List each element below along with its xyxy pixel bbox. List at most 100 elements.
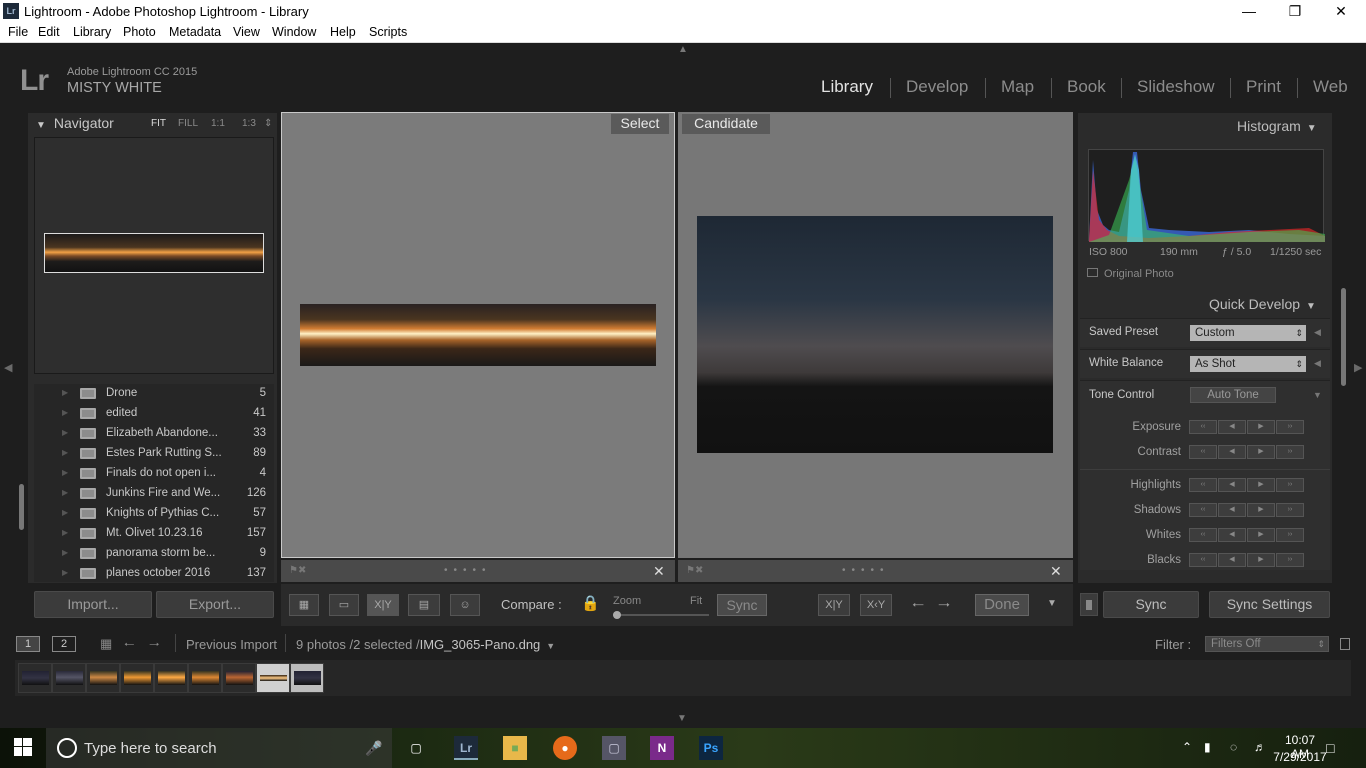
- folder-item[interactable]: ▶ edited 41: [34, 404, 274, 424]
- increase-large-icon[interactable]: ››: [1276, 420, 1304, 434]
- increase-large-icon[interactable]: ››: [1276, 503, 1304, 517]
- source-label[interactable]: Previous Import: [186, 637, 277, 652]
- film-thumbnail-selected[interactable]: [290, 663, 324, 693]
- lightroom-taskbar-icon[interactable]: Lr: [454, 736, 478, 760]
- top-panel-collapse-icon[interactable]: ▲: [678, 44, 688, 55]
- menu-file[interactable]: File: [8, 25, 28, 39]
- increase-small-icon[interactable]: ▶: [1247, 478, 1275, 492]
- select-photo[interactable]: [300, 304, 656, 366]
- microphone-icon[interactable]: 🎤: [365, 740, 382, 757]
- increase-large-icon[interactable]: ››: [1276, 553, 1304, 567]
- close-button[interactable]: ✕: [1318, 0, 1364, 23]
- people-view-icon[interactable]: ☺: [450, 594, 480, 616]
- battery-icon[interactable]: ▮: [1204, 740, 1211, 754]
- onenote-icon[interactable]: N: [650, 736, 674, 760]
- film-thumbnail[interactable]: [52, 663, 86, 693]
- primary-display-button[interactable]: 1: [16, 636, 40, 652]
- menu-help[interactable]: Help: [330, 25, 356, 39]
- decrease-small-icon[interactable]: ◀: [1218, 528, 1246, 542]
- decrease-large-icon[interactable]: ‹‹: [1189, 553, 1217, 567]
- flag-icon[interactable]: ⚑✖: [289, 565, 306, 576]
- zoom-slider[interactable]: [613, 614, 709, 616]
- next-photo-icon[interactable]: 🠂: [938, 595, 950, 620]
- import-button[interactable]: Import...: [34, 591, 152, 618]
- decrease-large-icon[interactable]: ‹‹: [1189, 478, 1217, 492]
- rating-dots[interactable]: •••••: [842, 565, 890, 576]
- expand-arrow-icon[interactable]: ▶: [62, 388, 68, 397]
- secondary-display-button[interactable]: 2: [52, 636, 76, 652]
- sync-zoom-button[interactable]: Sync: [717, 594, 767, 616]
- folder-item[interactable]: ▶ Junkins Fire and We... 126: [34, 484, 274, 504]
- module-develop[interactable]: Develop: [906, 77, 968, 97]
- make-select-icon[interactable]: X‹Y: [860, 594, 892, 616]
- histogram-header[interactable]: Histogram ▼: [1237, 118, 1317, 134]
- expand-arrow-icon[interactable]: ▶: [62, 448, 68, 457]
- checkbox-icon[interactable]: [1087, 268, 1098, 277]
- menu-scripts[interactable]: Scripts: [369, 25, 407, 39]
- toolbar-options-icon[interactable]: ▼: [1047, 598, 1057, 609]
- photoshop-icon[interactable]: Ps: [699, 736, 723, 760]
- show-hidden-icons[interactable]: ⌃: [1182, 740, 1192, 754]
- nav-zoom-stepper-icon[interactable]: ⇕: [264, 118, 272, 129]
- zoom-slider-handle[interactable]: [613, 611, 621, 619]
- grid-icon[interactable]: ▦: [100, 636, 112, 652]
- right-panel-scrollbar[interactable]: [1341, 288, 1346, 386]
- decrease-large-icon[interactable]: ‹‹: [1189, 445, 1217, 459]
- film-thumbnail[interactable]: [154, 663, 188, 693]
- module-book[interactable]: Book: [1067, 77, 1106, 97]
- task-view-icon[interactable]: ▢: [404, 736, 428, 760]
- decrease-large-icon[interactable]: ‹‹: [1189, 420, 1217, 434]
- increase-small-icon[interactable]: ▶: [1247, 503, 1275, 517]
- module-map[interactable]: Map: [1001, 77, 1034, 97]
- decrease-small-icon[interactable]: ◀: [1218, 478, 1246, 492]
- expand-arrow-icon[interactable]: ▶: [62, 528, 68, 537]
- file-explorer-icon[interactable]: ■: [503, 736, 527, 760]
- done-button[interactable]: Done: [975, 594, 1029, 616]
- increase-large-icon[interactable]: ››: [1276, 528, 1304, 542]
- lr-photos-icon[interactable]: ▢: [602, 736, 626, 760]
- close-candidate-icon[interactable]: ✕: [1050, 563, 1062, 580]
- export-button[interactable]: Export...: [156, 591, 274, 618]
- filter-select[interactable]: Filters Off ⇕: [1205, 636, 1329, 652]
- folder-item[interactable]: ▶ Elizabeth Abandone... 33: [34, 424, 274, 444]
- increase-small-icon[interactable]: ▶: [1247, 445, 1275, 459]
- expand-arrow-icon[interactable]: ▶: [62, 468, 68, 477]
- wifi-icon[interactable]: ◌: [1230, 740, 1237, 754]
- right-panel-collapse-icon[interactable]: ▶: [1354, 361, 1362, 374]
- expand-arrow-icon[interactable]: ▶: [62, 568, 68, 577]
- rating-dots[interactable]: •••••: [444, 565, 492, 576]
- menu-window[interactable]: Window: [272, 25, 316, 39]
- left-panel-scrollbar[interactable]: [19, 484, 24, 530]
- folder-item[interactable]: ▶ Finals do not open i... 4: [34, 464, 274, 484]
- expand-arrow-icon[interactable]: ▶: [62, 548, 68, 557]
- auto-sync-switch[interactable]: [1080, 593, 1098, 616]
- back-arrow-icon[interactable]: 🠀: [124, 636, 135, 658]
- increase-small-icon[interactable]: ▶: [1247, 420, 1275, 434]
- clock-date[interactable]: 7/29/2017: [1272, 750, 1328, 764]
- menu-view[interactable]: View: [233, 25, 260, 39]
- menu-library[interactable]: Library: [73, 25, 111, 39]
- collapse-down-icon[interactable]: ▼: [1313, 390, 1322, 400]
- minimize-button[interactable]: —: [1226, 0, 1272, 23]
- folder-item[interactable]: ▶ panorama storm be... 9: [34, 544, 274, 564]
- film-thumbnail[interactable]: [18, 663, 52, 693]
- selected-filename[interactable]: IMG_3065-Pano.dng: [420, 637, 541, 652]
- expand-left-icon[interactable]: ◀: [1314, 358, 1321, 369]
- expand-arrow-icon[interactable]: ▶: [62, 428, 68, 437]
- navigator-thumbnail[interactable]: [44, 233, 264, 273]
- loupe-view-icon[interactable]: ▭: [329, 594, 359, 616]
- cortana-icon[interactable]: [57, 738, 77, 758]
- folder-item[interactable]: ▶ planes october 2016 137: [34, 564, 274, 584]
- search-placeholder[interactable]: Type here to search: [84, 740, 217, 757]
- film-thumbnail-selected[interactable]: [256, 663, 290, 693]
- module-print[interactable]: Print: [1246, 77, 1281, 97]
- decrease-small-icon[interactable]: ◀: [1218, 420, 1246, 434]
- nav-zoom-fit[interactable]: FIT: [151, 118, 166, 129]
- increase-large-icon[interactable]: ››: [1276, 478, 1304, 492]
- lock-icon[interactable]: 🔒: [581, 594, 600, 612]
- module-web[interactable]: Web: [1313, 77, 1348, 97]
- nav-zoom-1-3[interactable]: 1:3: [242, 118, 256, 129]
- volume-icon[interactable]: ♬: [1254, 740, 1266, 754]
- bottom-panel-collapse-icon[interactable]: ▼: [677, 713, 687, 724]
- decrease-small-icon[interactable]: ◀: [1218, 503, 1246, 517]
